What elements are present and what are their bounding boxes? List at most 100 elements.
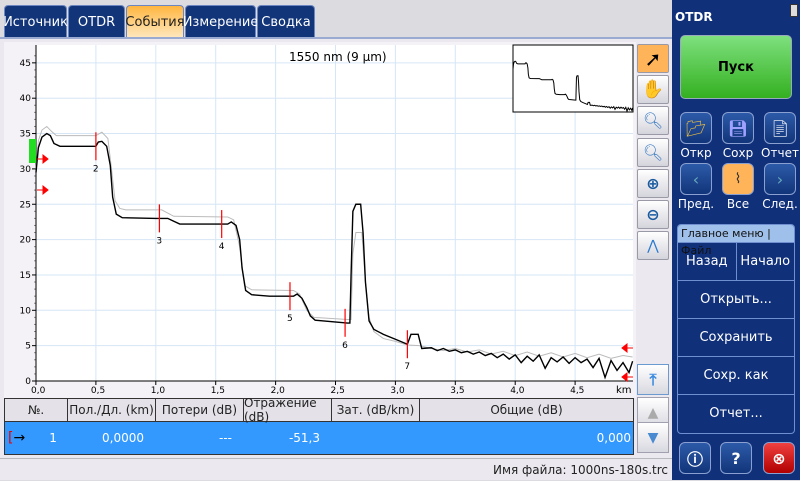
col-no: №. [5, 399, 68, 421]
panel-title: OTDR [675, 10, 713, 24]
prev-label: Пред. [677, 197, 715, 211]
zoom-1to1-icon: 🔍︎ [642, 143, 664, 162]
y-tick-label: 15 [20, 271, 31, 281]
prev-event-button[interactable]: ‹ [680, 163, 712, 195]
event-label: 6 [342, 341, 348, 351]
start-button[interactable]: Пуск [680, 35, 792, 99]
menu-report[interactable]: Отчет... [678, 394, 794, 432]
help-icon: ? [731, 448, 741, 468]
report-button[interactable]: 📄︎ [764, 112, 796, 144]
status-filename: Имя файла: 1000ns-180s.trc [0, 458, 672, 480]
x-tick-label: 0,0 [31, 386, 46, 396]
next-event-button[interactable]: › [764, 163, 796, 195]
info-icon: ⓘ [686, 450, 703, 469]
battery-icon [790, 4, 798, 17]
y-tick-label: 0 [25, 377, 31, 387]
right-panel: OTDR Пуск 📂︎ 💾︎ 📄︎ Откр Сохр Отчет ‹ ⌇ ›… [672, 0, 800, 480]
x-tick-label: 1,0 [151, 386, 166, 396]
y-tick-label: 40 [20, 94, 32, 104]
row-reflectance: -51,3 [288, 431, 320, 445]
menu-open[interactable]: Открыть... [678, 280, 794, 318]
event-label: 5 [287, 314, 293, 324]
events-table: №. Пол./Дл. (km) Потери (dB) Отражение (… [4, 396, 634, 455]
pointer-icon: ➚ [644, 46, 662, 71]
chevron-right-icon: › [776, 169, 784, 189]
close-icon: ⊗ [772, 448, 786, 468]
zoom-area-icon: 🔍︎ [642, 111, 664, 130]
info-button[interactable]: ⓘ [679, 442, 711, 474]
tab-measurement[interactable]: Измерение [183, 5, 258, 38]
open-label: Откр [680, 146, 712, 160]
help-button[interactable]: ? [720, 442, 752, 474]
row-no-cell: [→ 1 [5, 430, 68, 446]
floppy-icon: 💾︎ [727, 118, 749, 138]
chart-svg[interactable]: 0,0 0,5 1,0 1,5 2,0 2,5 3,0 3,5 4,0 4,50510152025… [4, 42, 636, 398]
launch-marker [29, 139, 36, 163]
folder-icon: 📂︎ [685, 118, 707, 138]
zoom-fit-button[interactable]: ⋀ [637, 231, 669, 260]
menu-home[interactable]: Начало [736, 242, 794, 280]
scroll-top-button[interactable]: ⤒ [637, 364, 669, 395]
hand-icon: ✋ [641, 79, 665, 100]
overview-thumbnail[interactable] [512, 44, 634, 113]
file-menu: Главное меню | Файл Назад Начало Открыть… [677, 224, 795, 434]
pan-tool-button[interactable]: ✋ [637, 75, 669, 104]
menu-save[interactable]: Сохранить [678, 318, 794, 356]
y-tick-label: 20 [20, 236, 32, 246]
tab-events[interactable]: События [125, 5, 185, 38]
tab-summary[interactable]: Сводка [257, 5, 315, 38]
x-tick-label: 4,0 [510, 386, 525, 396]
all-events-button[interactable]: ⌇ [722, 163, 754, 195]
table-row[interactable]: [→ 1 0,0000 --- -51,3 0,000 [5, 422, 633, 454]
otdr-chart[interactable]: 0,0 0,5 1,0 1,5 2,0 2,5 3,0 3,5 4,0 4,5 0 5 10 15 20 25… [4, 42, 636, 398]
x-tick-label: 3,0 [390, 386, 405, 396]
event-label: 4 [219, 242, 225, 252]
event-label: 3 [156, 236, 162, 246]
save-button[interactable]: 💾︎ [722, 112, 754, 144]
x-tick-label: 4,5 [570, 386, 584, 396]
report-label: Отчет [761, 146, 799, 160]
y-tick-label: 30 [20, 165, 32, 175]
col-total: Общие (dB) [490, 403, 563, 417]
report-icon: 📄︎ [769, 118, 791, 138]
next-label: След. [762, 197, 798, 211]
event-label: 7 [404, 362, 410, 372]
chevron-up-icon: ▲ [647, 404, 659, 421]
chevron-left-icon: ‹ [692, 169, 700, 189]
y-tick-label: 25 [20, 200, 31, 210]
row-total: 0,000 [596, 431, 631, 445]
zoom-area-button[interactable]: 🔍︎ [637, 106, 669, 135]
menu-back[interactable]: Назад [678, 242, 737, 280]
chevron-down-icon: ▼ [647, 429, 659, 446]
zoom-out-icon: ⊖ [646, 205, 660, 224]
tab-bar: Источник OTDR События Измерение Сводка [3, 5, 316, 38]
zoom-1to1-button[interactable]: 🔍︎ [637, 138, 669, 167]
x-unit: km [616, 385, 632, 396]
y-tick-label: 35 [20, 130, 31, 140]
menu-save-as[interactable]: Сохр. как [678, 356, 794, 394]
col-reflectance: Отражение (dB) [244, 396, 332, 424]
col-position: Пол./Дл. (km) [68, 399, 156, 421]
y-tick-label: 45 [20, 59, 31, 69]
event-label: 2 [93, 164, 99, 174]
tab-otdr[interactable]: OTDR [68, 5, 125, 38]
y-tick-label: 10 [20, 306, 32, 316]
zoom-fit-icon: ⋀ [647, 237, 659, 254]
x-tick-label: 0,5 [91, 386, 105, 396]
y-tick-label: 5 [25, 342, 31, 352]
x-tick-label: 3,5 [450, 386, 464, 396]
all-label: Все [726, 197, 750, 211]
zoom-in-button[interactable]: ⊕ [637, 169, 669, 198]
zoom-out-button[interactable]: ⊖ [637, 200, 669, 229]
tab-source[interactable]: Источник [3, 5, 68, 38]
open-button[interactable]: 📂︎ [680, 112, 712, 144]
arrow-right-icon: → [13, 430, 26, 446]
row-loss: --- [219, 431, 232, 445]
close-button[interactable]: ⊗ [763, 442, 795, 474]
table-header: №. Пол./Дл. (km) Потери (dB) Отражение (… [5, 396, 633, 424]
scroll-down-button[interactable]: ▼ [637, 422, 669, 453]
pointer-tool-button[interactable]: ➚ [637, 44, 669, 73]
row-no: 1 [49, 431, 57, 445]
trace-icon: ⌇ [734, 171, 742, 187]
x-tick-label: 2,5 [331, 386, 345, 396]
